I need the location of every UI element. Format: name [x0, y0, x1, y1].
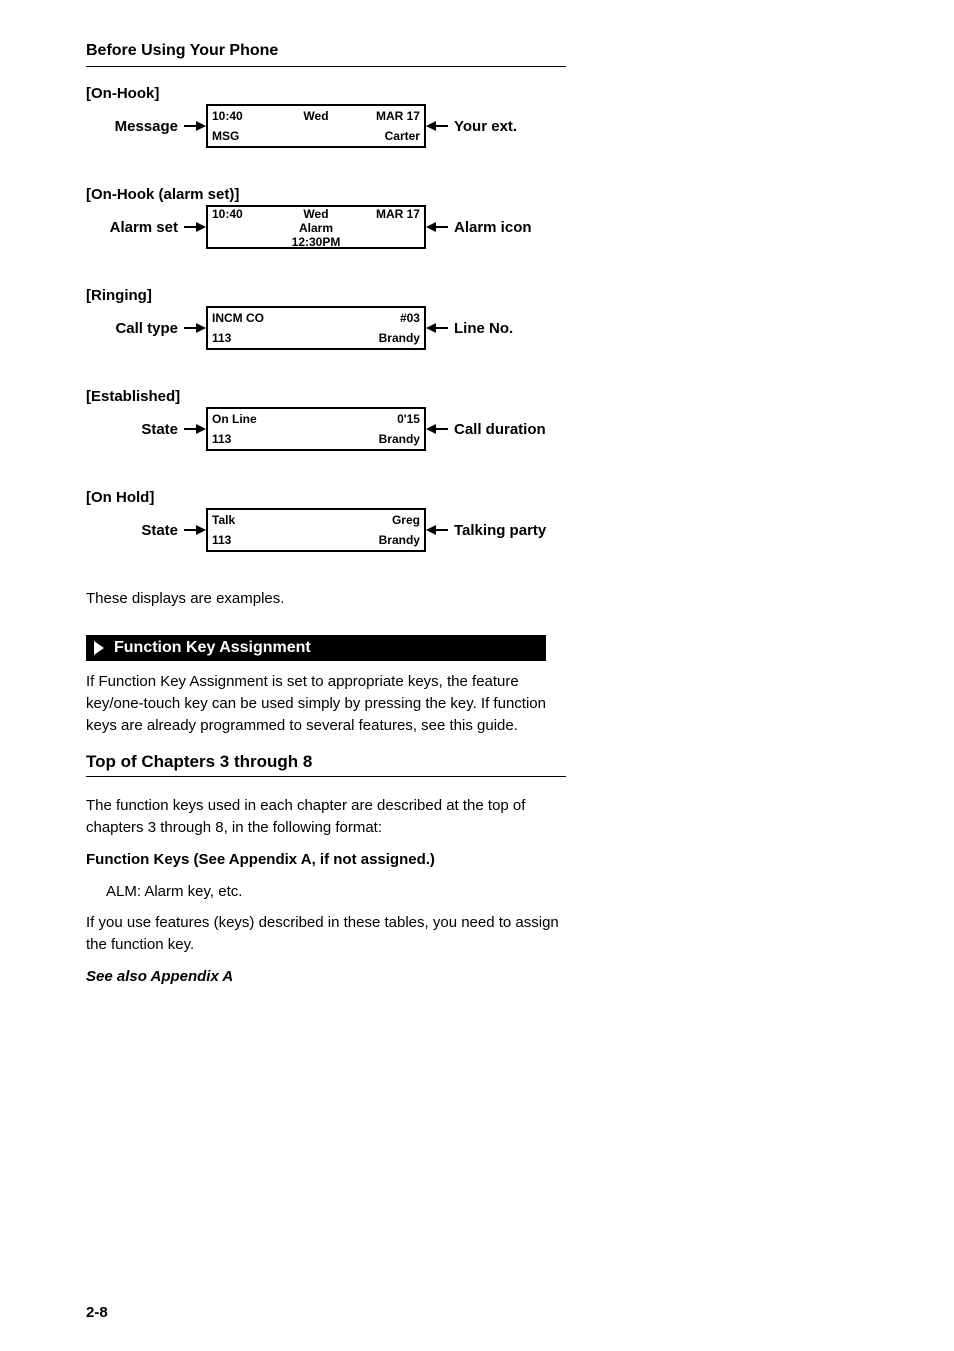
examples-note: These displays are examples. [86, 590, 868, 607]
feature-intro: If Function Key Assignment is set to app… [86, 671, 566, 736]
annotation-right: Alarm icon [454, 219, 532, 236]
annotation-left: Call type [115, 320, 178, 337]
arrow-right-icon [196, 525, 206, 535]
lcd-display: On Line0'15113Brandy [206, 407, 426, 451]
annotation-right: Line No. [454, 320, 513, 337]
annotation-left: Message [115, 118, 178, 135]
annotation-right: Your ext. [454, 118, 517, 135]
annotation-left: Alarm set [110, 219, 178, 236]
lcd-caption: [Established] [86, 388, 868, 405]
fa-line: Function Keys (See Appendix A, if not as… [86, 849, 566, 871]
appendix-ref: See also Appendix A [86, 968, 233, 985]
lcd-display: TalkGreg113Brandy [206, 508, 426, 552]
mid-text: If you use features (keys) described in … [86, 912, 566, 956]
arrow-left-icon [426, 121, 436, 131]
top-of-chapters-text: The function keys used in each chapter a… [86, 795, 566, 839]
lcd-caption: [Ringing] [86, 287, 868, 304]
lcd-caption: [On-Hook] [86, 85, 868, 102]
fa-item: ALM: Alarm key, etc. [106, 881, 566, 903]
rule [86, 66, 566, 67]
arrow-left-icon [426, 222, 436, 232]
arrow-left-icon [426, 424, 436, 434]
lcd-display: 10:40WedMAR 17MSGCarter [206, 104, 426, 148]
rule2 [86, 776, 566, 777]
feature-bar: Function Key Assignment [86, 635, 546, 661]
triangle-icon [94, 641, 104, 655]
arrow-right-icon [196, 323, 206, 333]
arrow-left-icon [426, 525, 436, 535]
arrow-right-icon [196, 424, 206, 434]
arrow-left-icon [426, 323, 436, 333]
annotation-left: State [141, 421, 178, 438]
lcd-caption: [On-Hook (alarm set)] [86, 186, 868, 203]
annotation-right: Talking party [454, 522, 546, 539]
arrow-right-icon [196, 222, 206, 232]
header-chapter: Before Using Your Phone [86, 42, 868, 60]
lcd-caption: [On Hold] [86, 489, 868, 506]
page-number: 2-8 [86, 1304, 108, 1321]
feature-title: Function Key Assignment [114, 639, 311, 657]
lcd-display: 10:40WedMAR 17Alarm 12:30PM [206, 205, 426, 249]
annotation-left: State [141, 522, 178, 539]
lcd-display: INCM CO#03113Brandy [206, 306, 426, 350]
arrow-right-icon [196, 121, 206, 131]
annotation-right: Call duration [454, 421, 546, 438]
top-of-chapters-title: Top of Chapters 3 through 8 [86, 752, 566, 772]
